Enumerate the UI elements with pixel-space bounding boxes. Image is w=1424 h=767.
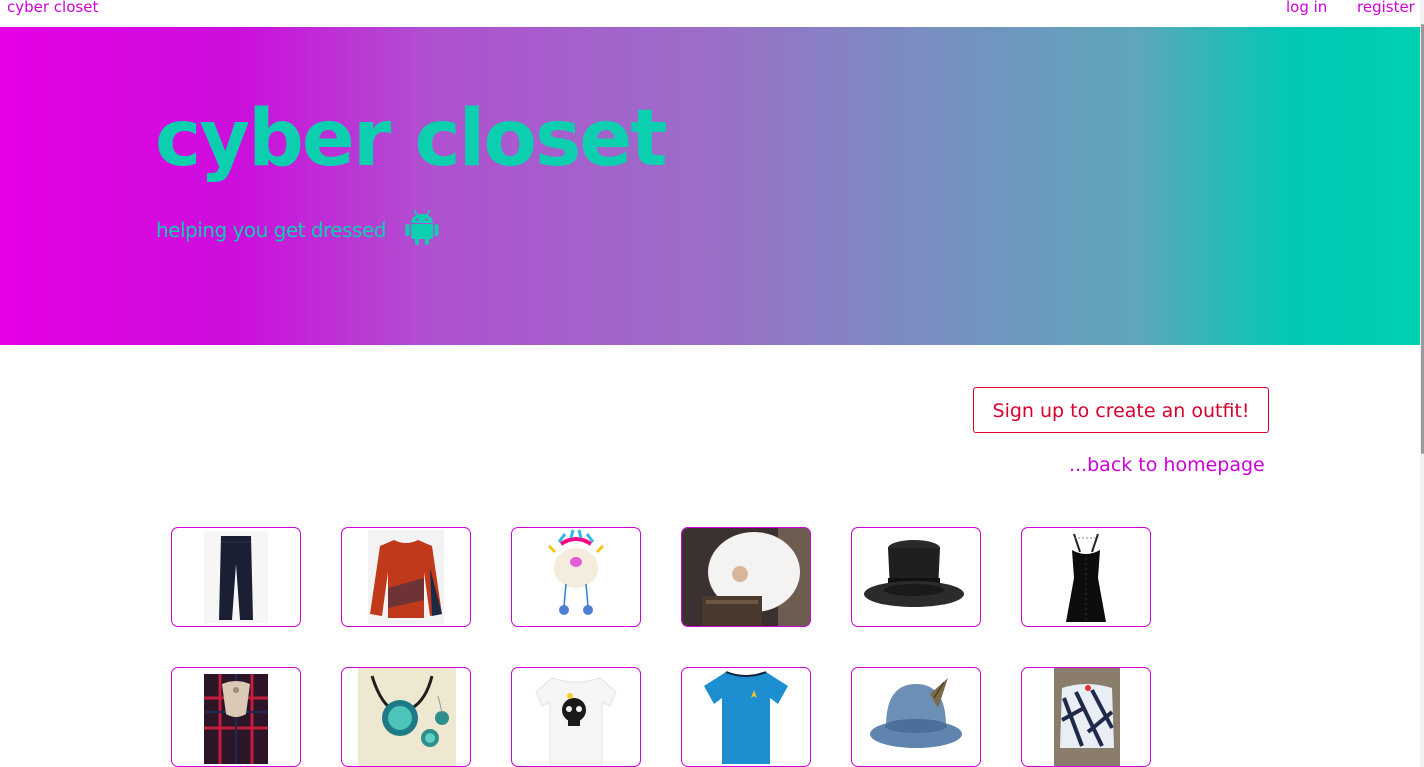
item-tile-pendant-necklace[interactable] [341,667,471,767]
signup-create-outfit-button[interactable]: Sign up to create an outfit! [973,387,1269,433]
item-tile-top-hat[interactable] [851,527,981,627]
skull-tshirt-icon [535,677,617,765]
hero-banner: cyber closet helping you get dressed [0,27,1420,345]
item-tile-blouse[interactable] [341,527,471,627]
pendant-necklace-icon [358,668,456,766]
black-dress-icon [1066,533,1106,622]
pope-photo-icon [682,528,810,626]
item-tile-kilt[interactable] [171,667,301,767]
page-scrollbar[interactable] [1420,0,1424,767]
bowler-hat-icon [870,678,962,748]
android-icon [405,210,439,245]
item-tile-bowler-hat[interactable] [851,667,981,767]
login-link[interactable]: log in [1286,0,1327,16]
top-hat-icon [864,540,964,607]
register-link[interactable]: register [1357,0,1415,16]
item-tile-pope-photo[interactable] [681,527,811,627]
item-tile-patterned-cape[interactable] [1021,667,1151,767]
jeans-icon [204,531,268,623]
blue-tshirt-icon [704,671,788,764]
blouse-icon [368,530,444,624]
back-to-homepage-link[interactable]: ...back to homepage [1069,454,1265,476]
kilt-icon [204,674,268,764]
winter-hat-icon [547,529,605,615]
item-tile-winter-hat[interactable] [511,527,641,627]
item-tile-black-dress[interactable] [1021,527,1151,627]
item-tile-blue-tshirt[interactable] [681,667,811,767]
item-tile-jeans[interactable] [171,527,301,627]
hero-title: cyber closet [155,94,668,184]
top-nav: cyber closet log in register [0,0,1424,27]
item-tile-skull-tshirt[interactable] [511,667,641,767]
brand-link[interactable]: cyber closet [7,0,98,16]
hero-subtitle: helping you get dressed [156,218,386,242]
patterned-cape-icon [1054,668,1120,766]
